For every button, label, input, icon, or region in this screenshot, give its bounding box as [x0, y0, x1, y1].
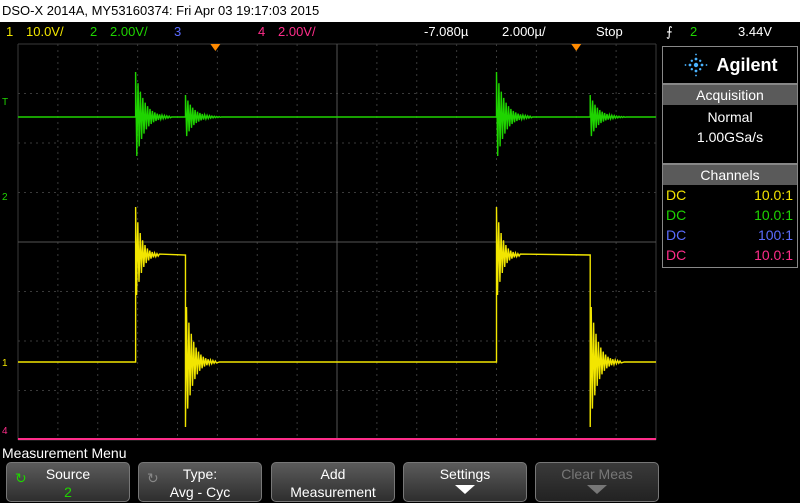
softkey-clear-label: Clear Meas — [561, 466, 633, 482]
agilent-logo-icon — [684, 53, 707, 77]
window-title-bar: DSO-X 2014A, MY53160374: Fri Apr 03 19:1… — [0, 0, 800, 22]
waveform-display[interactable]: T 2 1 4 — [0, 42, 660, 444]
channel-row-1: DC 10.0:1 — [663, 185, 797, 205]
ch1-ground-marker: 1 — [2, 358, 8, 369]
arrow-down-icon — [455, 485, 475, 494]
softkey-settings[interactable]: Settings — [403, 462, 527, 502]
ch4-ground-marker: 4 — [2, 426, 8, 437]
arrow-down-icon — [587, 485, 607, 494]
softkey-add-value: Measurement — [290, 484, 376, 500]
ch4-scale[interactable]: 2.00V/ — [278, 24, 316, 39]
softkey-add-measurement[interactable]: Add Measurement — [271, 462, 395, 502]
brand-name: Agilent — [716, 54, 778, 75]
softkey-add-label: Add — [320, 466, 346, 482]
brand-box: Agilent — [662, 46, 798, 84]
trigger-position-marker — [571, 44, 582, 51]
softkey-bar: ↻ Source 2 ↻ Type: Avg - Cyc Add Measure… — [0, 462, 800, 503]
trigger-edge-icon: ⨍ — [666, 24, 673, 39]
acquisition-panel: Acquisition Normal 1.00GSa/s — [662, 84, 798, 164]
waveform-graticule: T 2 1 4 — [2, 43, 657, 441]
ch2-probe: 10.0:1 — [754, 207, 793, 223]
ch3-number[interactable]: 3 — [174, 24, 181, 39]
ch3-coupling: DC — [666, 227, 687, 243]
channel-row-4: DC 10.0:1 — [663, 245, 797, 265]
ch4-probe: 10.0:1 — [754, 247, 793, 263]
softkey-settings-label: Settings — [439, 466, 491, 482]
rotate-knob-icon: ↻ — [147, 470, 159, 486]
softkey-source[interactable]: ↻ Source 2 — [6, 462, 130, 502]
ch2-coupling: DC — [666, 207, 687, 223]
ch2-scale[interactable]: 2.00V/ — [110, 24, 148, 39]
status-bar: 1 10.0V/ 2 2.00V/ 3 4 2.00V/ -7.080µ 2.0… — [0, 22, 800, 42]
acquisition-mode: Normal — [707, 109, 753, 125]
ch3-probe: 100:1 — [757, 227, 793, 243]
timebase-delay[interactable]: -7.080µ — [424, 24, 468, 39]
acquisition-header: Acquisition — [663, 85, 797, 105]
menu-title: Measurement Menu — [2, 445, 127, 461]
info-sidebar: Agilent Acquisition Normal 1.00GSa/s Cha… — [660, 42, 800, 444]
trigger-level[interactable]: 3.44V — [738, 24, 772, 39]
channel-row-2: DC 10.0:1 — [663, 205, 797, 225]
channel-row-3: DC 100:1 — [663, 225, 797, 245]
run-state[interactable]: Stop — [596, 24, 623, 39]
ch1-scale[interactable]: 10.0V/ — [26, 24, 64, 39]
ch2-ground-marker: 2 — [2, 192, 8, 203]
timebase-scale[interactable]: 2.000µ/ — [502, 24, 546, 39]
trigger-position-marker — [210, 44, 221, 51]
channels-header: Channels — [663, 165, 797, 185]
ch2-number[interactable]: 2 — [90, 24, 97, 39]
ch1-number[interactable]: 1 — [6, 24, 13, 39]
softkey-clear-meas[interactable]: Clear Meas — [535, 462, 659, 502]
trigger-channel[interactable]: 2 — [690, 24, 697, 39]
ch1-probe: 10.0:1 — [754, 187, 793, 203]
trigger-level-marker: T — [2, 97, 8, 108]
sample-rate: 1.00GSa/s — [696, 129, 764, 145]
softkey-type[interactable]: ↻ Type: Avg - Cyc — [138, 462, 262, 502]
ch1-coupling: DC — [666, 187, 687, 203]
ch4-number[interactable]: 4 — [258, 24, 265, 39]
ch4-coupling: DC — [666, 247, 687, 263]
channels-panel: Channels DC 10.0:1 DC 10.0:1 DC 100:1 DC… — [662, 164, 798, 268]
rotate-knob-icon: ↻ — [15, 470, 27, 486]
